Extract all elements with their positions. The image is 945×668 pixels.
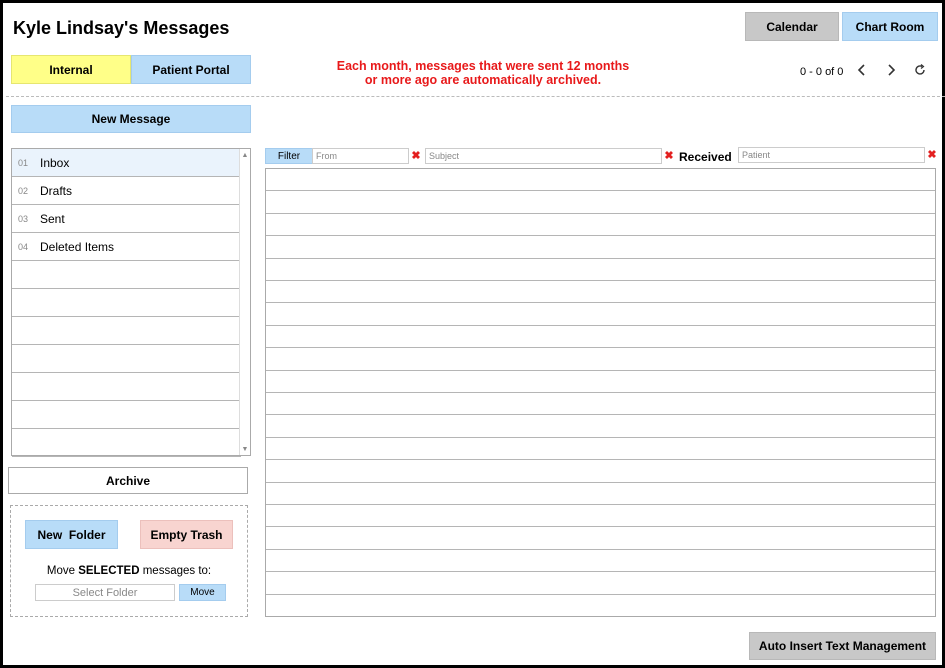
calendar-button[interactable]: Calendar — [745, 12, 839, 41]
folder-number: 04 — [18, 241, 29, 252]
folder-empty-row — [12, 289, 241, 317]
folder-drafts[interactable]: 02 Drafts — [12, 177, 241, 205]
scroll-up-icon[interactable]: ▲ — [240, 150, 250, 160]
message-row[interactable] — [266, 550, 935, 573]
refresh-icon[interactable] — [911, 61, 929, 79]
folder-empty-row — [12, 261, 241, 289]
message-row[interactable] — [266, 527, 935, 550]
empty-trash-button[interactable]: Empty Trash — [140, 520, 233, 549]
tab-internal[interactable]: Internal — [11, 55, 131, 84]
auto-insert-text-button[interactable]: Auto Insert Text Management — [749, 632, 936, 660]
folder-scrollbar[interactable]: ▲ ▼ — [239, 149, 250, 455]
page-title: Kyle Lindsay's Messages — [13, 18, 230, 38]
folder-label: Sent — [40, 211, 65, 226]
new-folder-button[interactable]: New Folder — [25, 520, 118, 549]
folder-empty-row — [12, 373, 241, 401]
folder-empty-row — [12, 345, 241, 373]
folder-empty-row — [12, 401, 241, 429]
message-row[interactable] — [266, 303, 935, 326]
from-filter-input[interactable]: From — [312, 148, 409, 164]
message-row[interactable] — [266, 595, 935, 617]
message-row[interactable] — [266, 191, 935, 214]
folder-inbox[interactable]: 01 Inbox — [12, 149, 241, 177]
message-row[interactable] — [266, 572, 935, 595]
folder-deleted-items[interactable]: 04 Deleted Items — [12, 233, 241, 261]
move-suffix: messages to: — [139, 565, 212, 577]
archive-notice: Each month, messages that were sent 12 m… — [303, 59, 663, 87]
tab-patient-portal[interactable]: Patient Portal — [131, 55, 251, 84]
folder-label: Drafts — [40, 183, 73, 198]
messages-window: Kyle Lindsay's Messages Calendar Chart R… — [0, 0, 945, 668]
message-row[interactable] — [266, 415, 935, 438]
folder-sent[interactable]: 03 Sent — [12, 205, 241, 233]
clear-patient-icon[interactable]: ✖ — [927, 149, 937, 161]
clear-subject-icon[interactable]: ✖ — [664, 150, 674, 162]
chart-room-button[interactable]: Chart Room — [842, 12, 938, 41]
section-divider — [6, 96, 945, 97]
message-row[interactable] — [266, 483, 935, 505]
received-sort-label[interactable]: Received — [679, 150, 732, 164]
move-instructions: Move SELECTED messages to: — [10, 565, 248, 577]
move-button[interactable]: Move — [179, 584, 226, 601]
folder-number: 01 — [18, 157, 29, 168]
message-row[interactable] — [266, 371, 935, 393]
message-row[interactable] — [266, 505, 935, 528]
notice-line-1: Each month, messages that were sent 12 m… — [336, 59, 630, 73]
folder-empty-row — [12, 429, 241, 457]
folder-empty-row — [12, 317, 241, 345]
message-list — [265, 168, 936, 617]
folder-label: Inbox — [40, 155, 70, 170]
message-row[interactable] — [266, 259, 935, 281]
chevron-left-icon[interactable] — [853, 61, 871, 79]
clear-from-icon[interactable]: ✖ — [411, 150, 421, 162]
message-row[interactable] — [266, 169, 935, 192]
chevron-right-icon[interactable] — [882, 61, 900, 79]
message-row[interactable] — [266, 393, 935, 416]
folder-number: 03 — [18, 213, 29, 224]
message-row[interactable] — [266, 460, 935, 483]
folder-label: Deleted Items — [40, 239, 115, 254]
select-folder-dropdown[interactable]: Select Folder — [35, 584, 175, 601]
notice-line-2: or more ago are automatically archived. — [364, 73, 602, 87]
message-row[interactable] — [266, 236, 935, 259]
move-prefix: Move — [46, 565, 79, 577]
subject-filter-input[interactable]: Subject — [425, 148, 662, 164]
message-row[interactable] — [266, 326, 935, 349]
patient-filter-input[interactable]: Patient — [738, 147, 925, 163]
message-row[interactable] — [266, 214, 935, 237]
scroll-down-icon[interactable]: ▼ — [240, 444, 250, 454]
pager-count: 0 - 0 of 0 — [800, 66, 844, 78]
message-row[interactable] — [266, 438, 935, 461]
new-message-button[interactable]: New Message — [11, 105, 251, 133]
archive-button[interactable]: Archive — [8, 467, 248, 494]
folder-number: 02 — [18, 185, 29, 196]
filter-button[interactable]: Filter — [265, 148, 313, 164]
message-row[interactable] — [266, 348, 935, 371]
message-row[interactable] — [266, 281, 935, 304]
move-bold: SELECTED — [78, 565, 140, 577]
folder-list: 01 Inbox 02 Drafts 03 Sent 04 Deleted It… — [11, 148, 251, 457]
